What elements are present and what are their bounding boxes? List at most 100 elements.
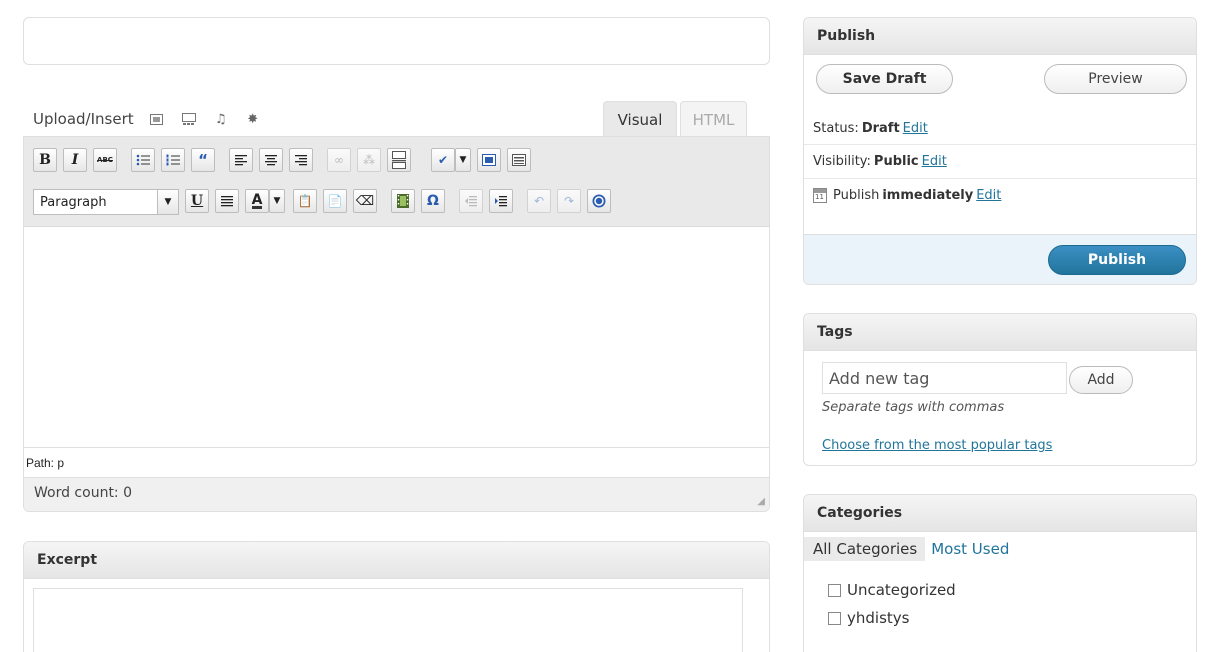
visibility-value: Public: [873, 154, 919, 169]
special-character-button[interactable]: Ω: [421, 189, 445, 213]
insert-media-button[interactable]: [391, 189, 415, 213]
tab-all-categories[interactable]: All Categories: [804, 537, 926, 561]
justify-icon: [221, 195, 233, 206]
film-icon: [397, 194, 409, 208]
edit-schedule-link[interactable]: Edit: [976, 188, 1001, 203]
edit-status-link[interactable]: Edit: [903, 121, 928, 136]
tab-most-used[interactable]: Most Used: [925, 537, 1015, 561]
text-color-dropdown[interactable]: ▼: [269, 189, 285, 213]
publish-box: Publish Save Draft Preview Status: Draft…: [803, 17, 1197, 285]
tab-html[interactable]: HTML: [680, 101, 747, 137]
tags-title: Tags: [804, 314, 1196, 351]
categories-title: Categories: [804, 495, 1196, 532]
indent-icon: [495, 195, 507, 206]
help-icon: [592, 194, 606, 208]
image-icon[interactable]: [150, 112, 164, 126]
category-checkbox[interactable]: [828, 611, 841, 625]
indent-button[interactable]: [489, 189, 513, 213]
undo-button[interactable]: ↶: [527, 189, 551, 213]
bullet-list-button[interactable]: [131, 148, 155, 172]
status-label: Status:: [813, 120, 859, 136]
publish-title: Publish: [804, 18, 1196, 55]
italic-button[interactable]: I: [63, 148, 87, 172]
paste-text-icon: 📋: [297, 194, 313, 208]
edit-visibility-link[interactable]: Edit: [922, 154, 947, 169]
visibility-label: Visibility:: [813, 154, 871, 169]
redo-icon: ↷: [563, 194, 575, 208]
paste-text-button[interactable]: 📋: [293, 189, 317, 213]
paste-word-button[interactable]: 📄: [323, 189, 347, 213]
chevron-down-icon: ▼: [164, 197, 172, 207]
popular-tags-link[interactable]: Choose from the most popular tags: [822, 438, 1052, 453]
link-icon: ∞: [334, 153, 344, 167]
save-draft-button[interactable]: Save Draft: [816, 64, 953, 94]
kitchen-sink-button[interactable]: [507, 148, 531, 172]
spellcheck-dropdown[interactable]: ▼: [455, 148, 471, 172]
upload-insert-label: Upload/Insert: [33, 110, 134, 128]
category-item[interactable]: yhdistys: [828, 609, 909, 627]
eraser-icon: ⌫: [355, 193, 375, 209]
word-count-bar: Word count: 0 ◢: [24, 477, 769, 511]
category-checkbox[interactable]: [828, 583, 841, 597]
numbered-list-icon: [166, 154, 180, 166]
tags-hint: Separate tags with commas: [822, 400, 1005, 415]
category-label: yhdistys: [847, 609, 910, 627]
media-icon[interactable]: ✸: [246, 112, 260, 127]
omega-icon: Ω: [427, 193, 439, 209]
word-count: Word count: 0: [34, 485, 133, 501]
bold-button[interactable]: B: [33, 148, 57, 172]
align-right-button[interactable]: [289, 148, 313, 172]
insert-link-button[interactable]: ∞: [327, 148, 351, 172]
align-center-button[interactable]: [259, 148, 283, 172]
tags-box: Tags Add new tag Add Separate tags with …: [803, 313, 1197, 466]
excerpt-textarea[interactable]: [33, 588, 743, 652]
preview-button[interactable]: Preview: [1044, 64, 1187, 94]
paste-word-icon: 📄: [327, 194, 343, 208]
kitchen-sink-icon: [512, 154, 526, 166]
insert-more-button[interactable]: [387, 148, 411, 172]
tab-visual[interactable]: Visual: [603, 101, 677, 137]
category-item[interactable]: Uncategorized: [828, 581, 956, 599]
new-tag-input[interactable]: Add new tag: [822, 362, 1067, 394]
excerpt-title: Excerpt: [24, 542, 769, 579]
strikethrough-button[interactable]: ABC: [93, 148, 117, 172]
publish-actions: Publish: [804, 234, 1196, 284]
help-button[interactable]: [587, 189, 611, 213]
gallery-icon[interactable]: [181, 112, 196, 126]
underline-button[interactable]: U: [185, 189, 209, 213]
unlink-icon: ⁂: [363, 153, 375, 167]
add-tag-button[interactable]: Add: [1069, 366, 1133, 394]
align-left-button[interactable]: [229, 148, 253, 172]
remove-format-button[interactable]: ⌫: [353, 189, 377, 213]
align-right-icon: [295, 154, 307, 165]
calendar-icon: 11: [813, 188, 827, 203]
editor-content-area[interactable]: [24, 227, 769, 447]
more-tag-icon: [392, 151, 406, 169]
blockquote-button[interactable]: “: [191, 148, 215, 172]
undo-icon: ↶: [533, 194, 545, 208]
schedule-label: Publish: [833, 188, 880, 203]
format-dropdown-arrow[interactable]: ▼: [157, 189, 179, 215]
outdent-icon: [465, 195, 477, 206]
publish-button[interactable]: Publish: [1048, 245, 1186, 275]
post-title-input[interactable]: [23, 17, 770, 65]
text-color-button[interactable]: A: [245, 189, 269, 213]
resize-grip-icon[interactable]: ◢: [751, 495, 765, 509]
fullscreen-icon: [482, 154, 496, 166]
quote-icon: “: [198, 150, 208, 169]
outdent-button[interactable]: [459, 189, 483, 213]
fullscreen-button[interactable]: [477, 148, 501, 172]
upload-insert-bar: Upload/Insert ♫ ✸: [33, 108, 278, 130]
schedule-value: immediately: [882, 188, 974, 203]
spellcheck-icon: ✔: [437, 153, 449, 167]
numbered-list-button[interactable]: [161, 148, 185, 172]
spellcheck-button[interactable]: ✔: [431, 148, 455, 172]
redo-button[interactable]: ↷: [557, 189, 581, 213]
justify-button[interactable]: [215, 189, 239, 213]
format-select[interactable]: Paragraph: [33, 189, 158, 215]
visibility-row: Visibility: Public Edit: [804, 145, 1196, 179]
align-left-icon: [235, 154, 247, 165]
unlink-button[interactable]: ⁂: [357, 148, 381, 172]
post-editor: B I ABC “ ∞ ⁂ ✔ ▼ Paragraph ▼ U A ▼ 📋 📄 …: [23, 136, 770, 512]
audio-icon[interactable]: ♫: [214, 112, 228, 127]
